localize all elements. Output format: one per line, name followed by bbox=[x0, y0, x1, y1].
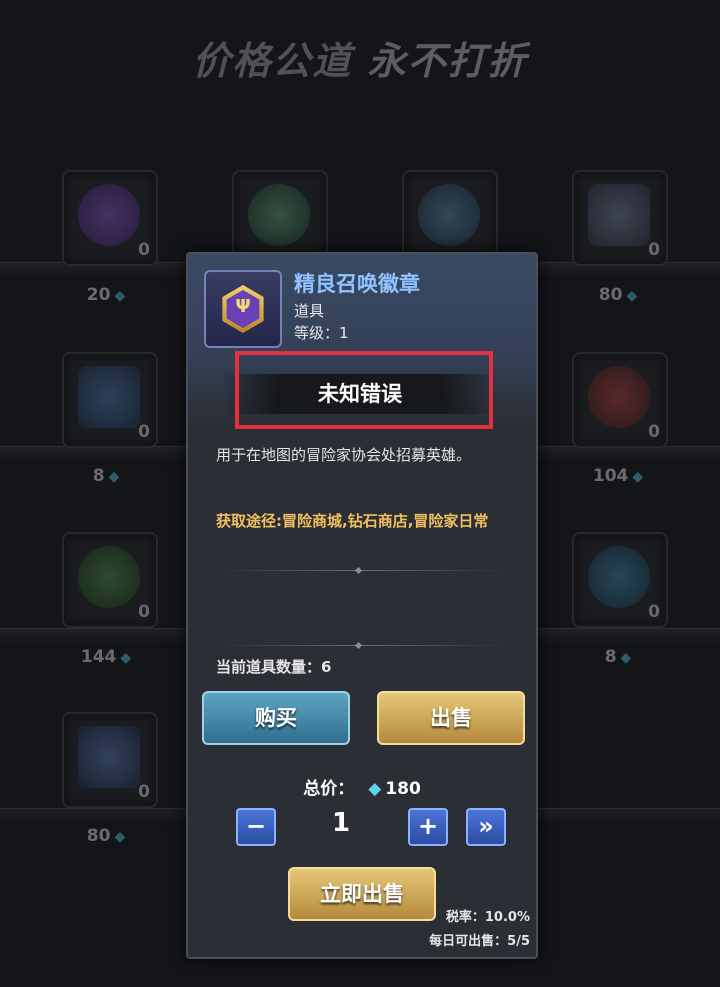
summon-badge-icon: Ψ bbox=[204, 270, 282, 348]
total-value: 180 bbox=[385, 779, 421, 799]
sell-now-button[interactable]: 立即出售 bbox=[288, 867, 436, 921]
badge-glyph: Ψ bbox=[235, 296, 251, 317]
divider bbox=[216, 645, 506, 646]
item-name: 精良召唤徽章 bbox=[294, 272, 420, 296]
daily-sell-limit: 每日可出售：5/5 bbox=[429, 934, 530, 949]
item-level: 等级：1 bbox=[294, 324, 349, 342]
divider bbox=[216, 570, 506, 571]
item-description: 用于在地图的冒险家协会处招募英雄。 bbox=[216, 446, 472, 464]
diamond-icon: ◆ bbox=[368, 779, 382, 799]
total-label: 总价： bbox=[303, 779, 355, 799]
item-source: 获取途径:冒险商城,钻石商店,冒险家日常 bbox=[216, 512, 489, 530]
sell-tab-button[interactable]: 出售 bbox=[377, 691, 525, 745]
total-price: 总价： ◆ 180 bbox=[188, 774, 536, 799]
tax-rate: 税率：10.0% bbox=[445, 910, 530, 925]
item-type: 道具 bbox=[294, 302, 325, 320]
highlight-frame bbox=[235, 351, 493, 429]
increase-button[interactable]: + bbox=[408, 808, 448, 846]
quantity-value: 1 bbox=[331, 808, 351, 838]
max-quantity-button[interactable]: » bbox=[466, 808, 506, 846]
owned-quantity: 当前道具数量：6 bbox=[216, 658, 332, 676]
buy-tab-button[interactable]: 购买 bbox=[202, 691, 350, 745]
item-detail-popup: Ψ 精良召唤徽章 道具 等级：1 未知错误 用于在地图的冒险家协会处招募英雄。 … bbox=[186, 252, 538, 959]
